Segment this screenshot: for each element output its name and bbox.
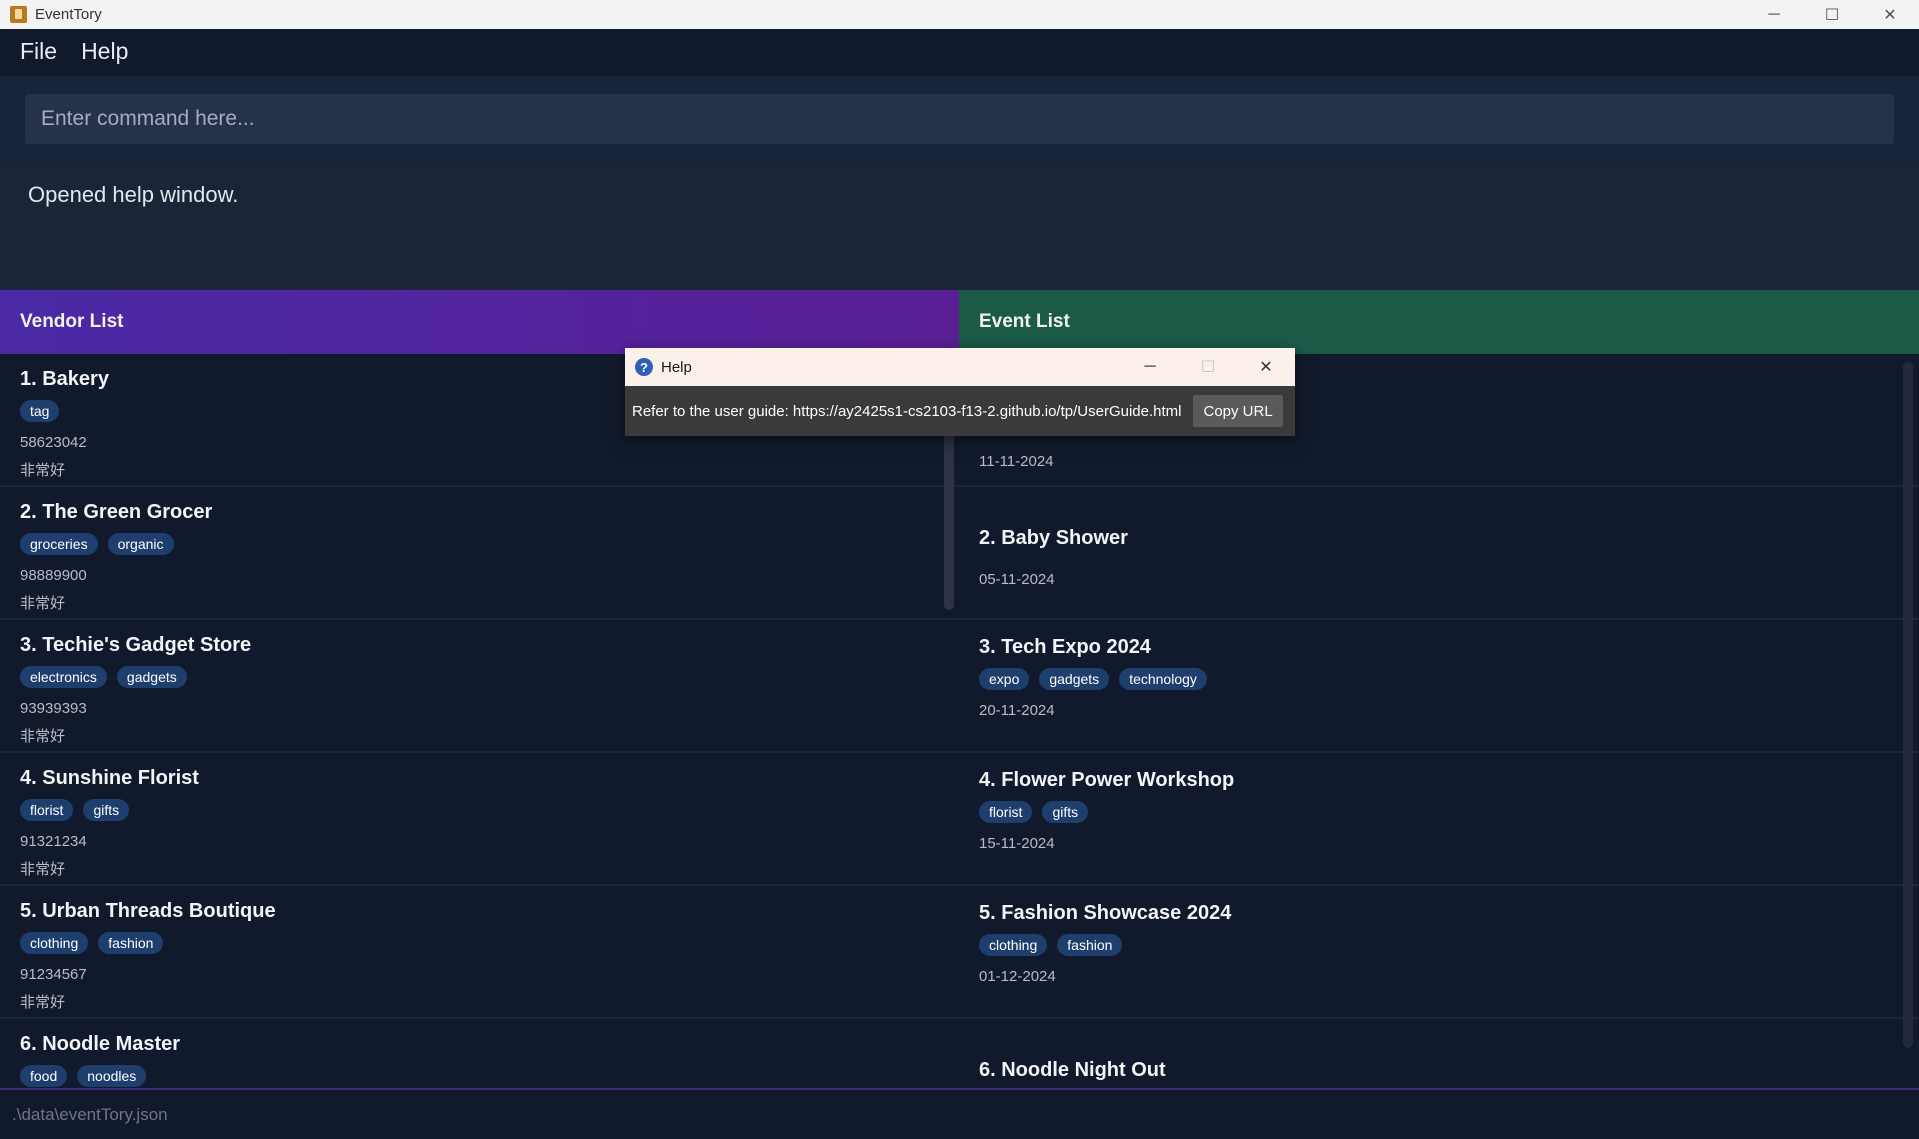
vendor-tags: electronics gadgets (20, 666, 939, 688)
tag-badge: electronics (20, 666, 107, 688)
vendor-name: 3. Techie's Gadget Store (20, 634, 252, 656)
copy-url-button[interactable]: Copy URL (1193, 395, 1283, 427)
event-card[interactable]: 2. Baby Shower 05-11-2024 (959, 487, 1919, 620)
event-name: 6. Noodle Night Out (979, 1059, 1166, 1081)
command-box (0, 76, 1919, 164)
help-message: Refer to the user guide: https://ay2425s… (632, 402, 1182, 420)
tag-badge: florist (979, 801, 1033, 823)
event-list: 11-11-2024 2. Baby Shower 05-11-2024 3. Tec… (959, 354, 1919, 1088)
event-scrollbar[interactable] (1903, 362, 1913, 1048)
status-bar: .\data\eventTory.json (0, 1088, 1919, 1139)
help-dialog: ? Help ─ ☐ ✕ Refer to the user guide: ht… (625, 348, 1295, 436)
tag-badge: food (20, 1065, 68, 1087)
vendor-phone: 91234567 (20, 966, 87, 983)
maximize-button[interactable]: ☐ (1803, 0, 1861, 29)
tag-badge: florist (20, 799, 74, 821)
window-title: EventTory (35, 6, 102, 23)
tag-badge: fashion (1057, 934, 1123, 956)
vendor-name: 4. Sunshine Florist (20, 767, 199, 789)
help-dialog-controls: ─ ☐ ✕ (1121, 348, 1295, 386)
event-date: 20-11-2024 (979, 702, 1055, 719)
menu-help[interactable]: Help (81, 38, 128, 65)
result-text: Opened help window. (28, 182, 239, 207)
event-date: 05-11-2024 (979, 571, 1055, 588)
vendor-description: 非常好 (20, 728, 66, 745)
tag-badge: groceries (20, 533, 98, 555)
vendor-list: 1. Bakery tag 58623042 非常好 2. The Green Groc… (0, 354, 959, 1088)
vendor-description: 非常好 (20, 861, 66, 878)
result-display: Opened help window. (0, 164, 1919, 290)
help-close-button[interactable]: ✕ (1237, 348, 1295, 386)
help-dialog-title-bar: ? Help ─ ☐ ✕ (625, 348, 1295, 386)
event-list-header: Event List (959, 290, 1919, 354)
vendor-description: 非常好 (20, 994, 66, 1011)
vendor-phone: 91321234 (20, 833, 87, 850)
event-date: 11-11-2024 (979, 453, 1054, 470)
tag-badge: tag (20, 400, 60, 422)
close-button[interactable]: ✕ (1861, 0, 1919, 29)
event-date: 01-12-2024 (979, 968, 1056, 985)
help-dialog-title: Help (661, 358, 692, 376)
help-maximize-button: ☐ (1200, 359, 1216, 376)
event-card[interactable]: 5. Fashion Showcase 2024 clothing fashion 0… (959, 886, 1919, 1019)
vendor-card[interactable]: 3. Techie's Gadget Store electronics gadge… (0, 620, 959, 753)
tag-badge: noodles (77, 1065, 147, 1087)
tag-badge: clothing (20, 932, 89, 954)
event-card[interactable]: 3. Tech Expo 2024 expo gadgets technology 20… (959, 620, 1919, 753)
command-input[interactable] (25, 94, 1894, 144)
tag-badge: gifts (83, 799, 130, 821)
event-card[interactable]: 6. Noodle Night Out (959, 1019, 1919, 1088)
vendor-description: 非常好 (20, 462, 66, 479)
vendor-phone: 98889900 (20, 567, 87, 584)
tag-badge: clothing (979, 934, 1048, 956)
question-icon: ? (635, 358, 653, 376)
app-logo-icon (10, 6, 27, 23)
save-file-path: .\data\eventTory.json (12, 1104, 168, 1124)
menu-bar: File Help (0, 29, 1919, 73)
event-name: 2. Baby Shower (979, 527, 1128, 549)
tag-badge: gadgets (116, 666, 187, 688)
event-date: 15-11-2024 (979, 835, 1055, 852)
tag-badge: expo (979, 668, 1030, 690)
window-controls: ─ ☐ ✕ (1745, 0, 1919, 29)
tag-badge: technology (1119, 668, 1207, 690)
vendor-name: 2. The Green Grocer (20, 501, 213, 523)
title-bar: EventTory ─ ☐ ✕ (0, 0, 1919, 29)
event-tags: expo gadgets technology (979, 668, 1899, 690)
vendor-tags: food noodles (20, 1065, 939, 1087)
event-tags: florist gifts (979, 801, 1899, 823)
vendor-card[interactable]: 2. The Green Grocer groceries organic 98889… (0, 487, 959, 620)
event-tags: clothing fashion (979, 934, 1899, 956)
app-window: EventTory ─ ☐ ✕ File Help Opened help wi… (0, 0, 1919, 1139)
vendor-list-header: Vendor List (0, 290, 959, 354)
tag-badge: organic (107, 533, 174, 555)
vendor-card[interactable]: 4. Sunshine Florist florist gifts 91321234 非… (0, 753, 959, 886)
event-card[interactable]: 4. Flower Power Workshop florist gifts 15-1… (959, 753, 1919, 886)
vendor-name: 6. Noodle Master (20, 1033, 181, 1055)
help-minimize-button[interactable]: ─ (1121, 348, 1179, 386)
vendor-tags: clothing fashion (20, 932, 939, 954)
help-dialog-body: Refer to the user guide: https://ay2425s… (625, 386, 1295, 436)
tag-badge: fashion (98, 932, 164, 954)
tag-badge: gifts (1042, 801, 1089, 823)
vendor-description: 非常好 (20, 595, 66, 612)
vendor-name: 5. Urban Threads Boutique (20, 900, 276, 922)
vendor-phone: 93939393 (20, 700, 87, 717)
event-name: 3. Tech Expo 2024 (979, 636, 1151, 658)
vendor-card[interactable]: 5. Urban Threads Boutique clothing fashion… (0, 886, 959, 1019)
event-name: 5. Fashion Showcase 2024 (979, 902, 1232, 924)
vendor-tags: florist gifts (20, 799, 939, 821)
tag-badge: gadgets (1039, 668, 1110, 690)
vendor-tags: groceries organic (20, 533, 939, 555)
vendor-card[interactable]: 6. Noodle Master food noodles (0, 1019, 959, 1088)
menu-file[interactable]: File (20, 38, 57, 65)
minimize-button[interactable]: ─ (1745, 0, 1803, 29)
event-name: 4. Flower Power Workshop (979, 769, 1235, 791)
